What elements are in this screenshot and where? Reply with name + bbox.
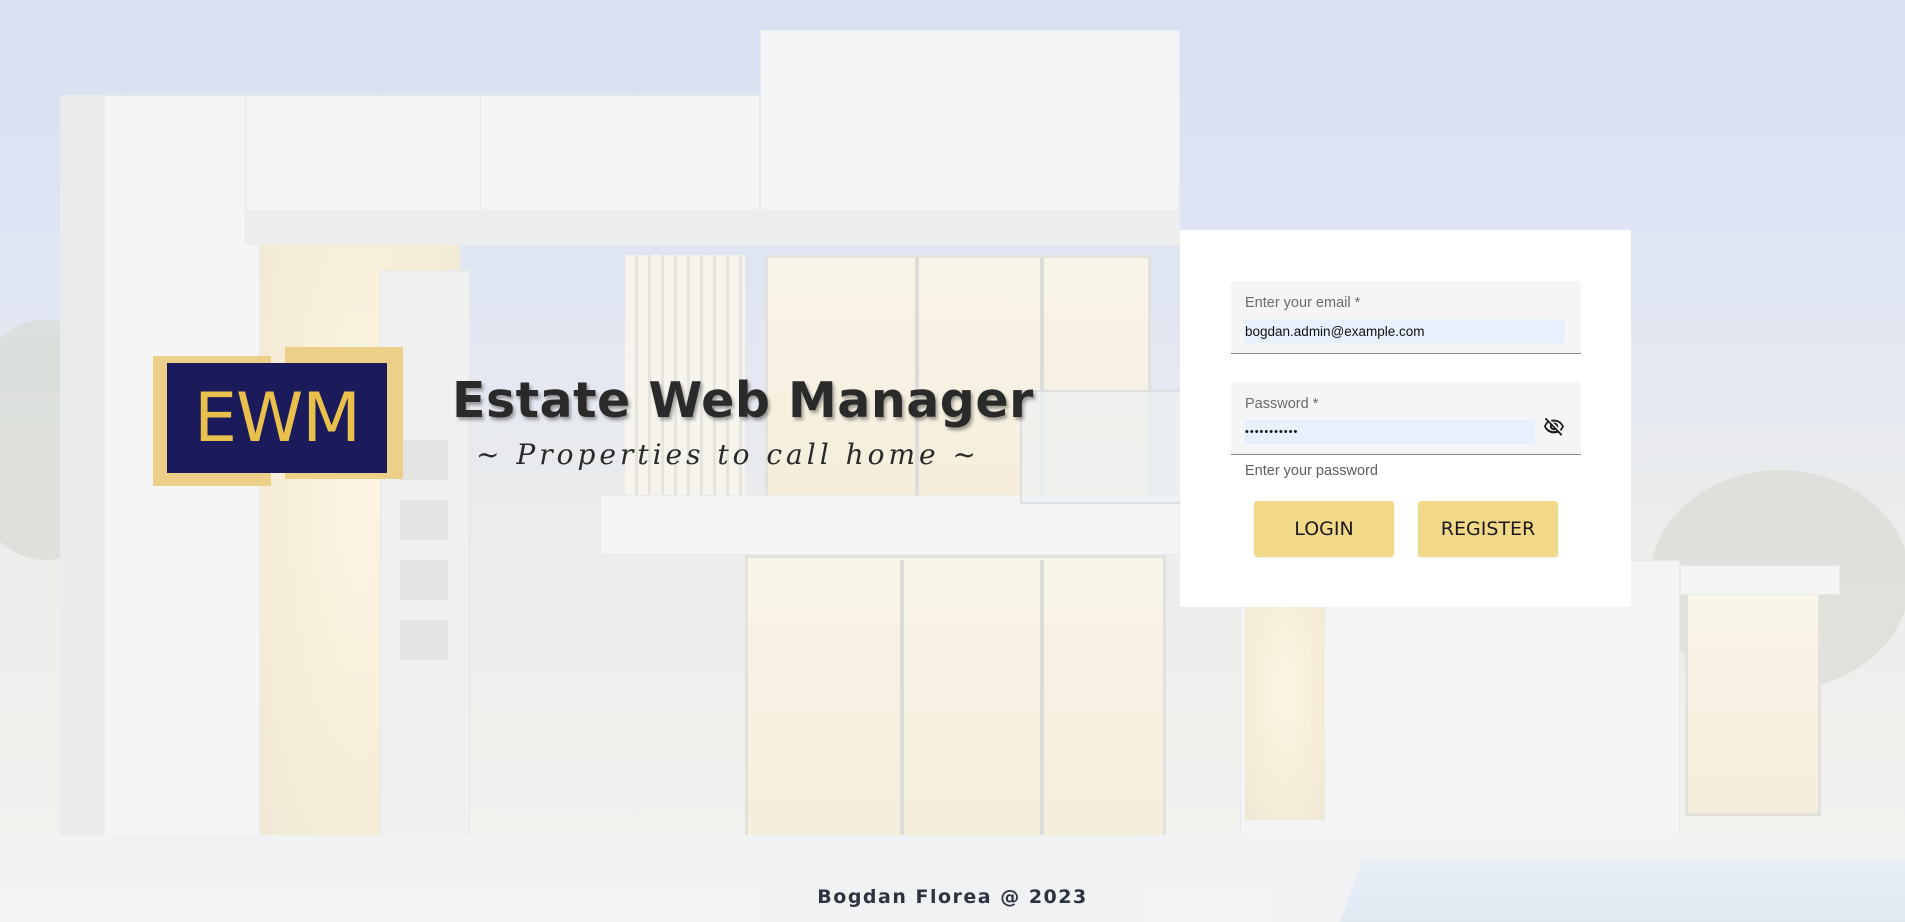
password-hint: Enter your password <box>1245 463 1378 479</box>
tagline: ~ Properties to call home ~ <box>476 438 980 471</box>
register-button[interactable]: REGISTER <box>1418 501 1558 557</box>
visibility-off-icon[interactable] <box>1541 414 1567 440</box>
email-input[interactable] <box>1245 319 1565 343</box>
password-input[interactable] <box>1245 420 1535 444</box>
page-title: Estate Web Manager <box>452 372 1034 429</box>
logo-text: EWM <box>167 363 387 473</box>
footer-copyright: Bogdan Florea @ 2023 <box>817 886 1088 908</box>
login-card: Enter your email * Password * Enter your… <box>1180 230 1631 607</box>
login-button[interactable]: LOGIN <box>1254 501 1394 557</box>
brand-logo: EWM <box>153 347 403 487</box>
email-label: Enter your email * <box>1245 295 1361 311</box>
email-field[interactable]: Enter your email * <box>1231 281 1581 354</box>
password-label: Password * <box>1245 396 1319 412</box>
password-field[interactable]: Password * <box>1231 382 1581 455</box>
